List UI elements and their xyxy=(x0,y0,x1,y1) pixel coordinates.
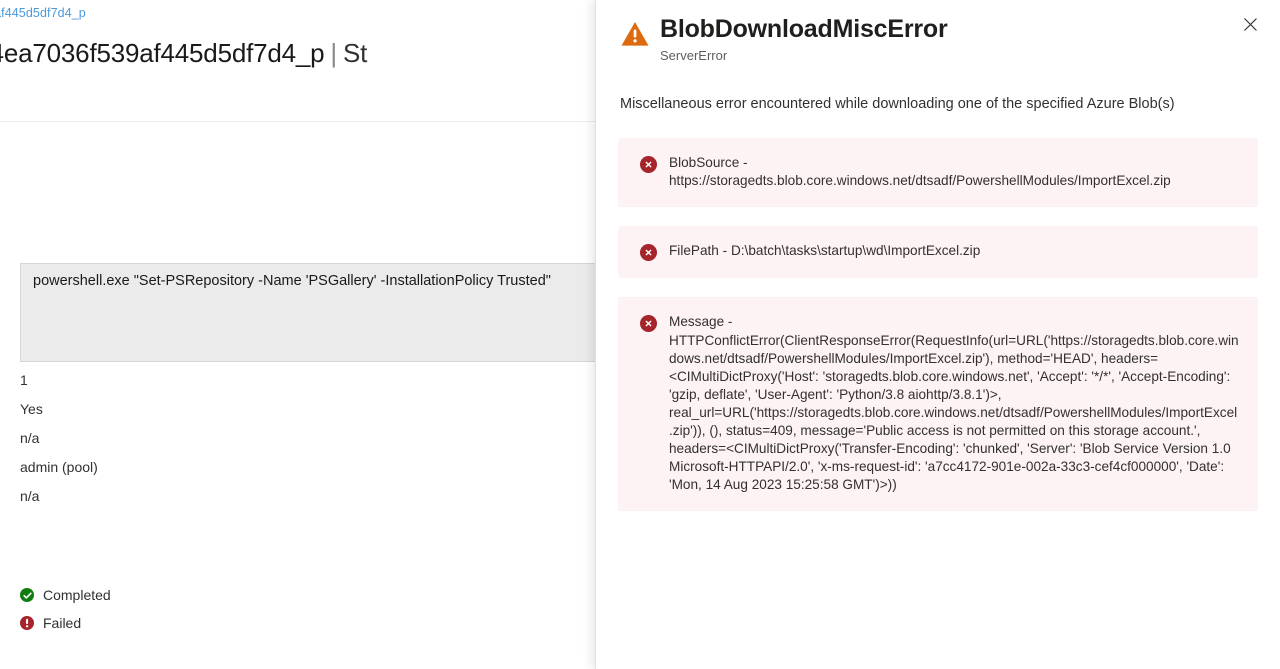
panel-subtitle: ServerError xyxy=(660,48,728,63)
title-divider xyxy=(0,121,596,122)
property-value: admin (pool) xyxy=(20,459,98,475)
command-line-value: powershell.exe "Set-PSRepository -Name '… xyxy=(33,273,551,289)
page-title-main: b34e0b0dfdb4ea7036f539af445d5df7d4_p xyxy=(0,38,325,68)
command-line-box[interactable]: powershell.exe "Set-PSRepository -Name '… xyxy=(20,263,596,362)
panel-title: BlobDownloadMiscError xyxy=(660,15,948,43)
app-root: 4e0b0dfdb4ea7036f539af445d5df7d4_p b34e0… xyxy=(0,0,1280,669)
error-circle-icon xyxy=(640,315,657,333)
error-text: BlobSource - https://storagedts.blob.cor… xyxy=(669,155,1171,189)
page-title-separator: | xyxy=(330,38,337,68)
error-block-filepath: FilePath - D:\batch\tasks\startup\wd\Imp… xyxy=(618,226,1258,279)
property-value: Yes xyxy=(20,401,43,417)
breadcrumb[interactable]: 4e0b0dfdb4ea7036f539af445d5df7d4_p xyxy=(0,6,86,20)
error-text: Message - HTTPConflictError(ClientRespon… xyxy=(669,314,1239,493)
close-icon xyxy=(1243,17,1258,35)
status-list: Completed Failed xyxy=(20,581,111,637)
error-text: FilePath - D:\batch\tasks\startup\wd\Imp… xyxy=(669,243,981,259)
property-values-list: 1 Yes n/a admin (pool) n/a xyxy=(20,369,98,514)
close-button[interactable] xyxy=(1234,10,1266,42)
status-label: Failed xyxy=(43,615,82,631)
status-label: Completed xyxy=(43,587,111,603)
panel-header: BlobDownloadMiscError ServerError xyxy=(596,0,1280,72)
warning-triangle-icon xyxy=(620,19,650,49)
check-circle-icon xyxy=(20,588,34,602)
page-title: b34e0b0dfdb4ea7036f539af445d5df7d4_p|St xyxy=(0,38,367,69)
error-details-panel: BlobDownloadMiscError ServerError Miscel… xyxy=(595,0,1280,669)
status-row-failed: Failed xyxy=(20,609,111,637)
property-value: 1 xyxy=(20,372,28,388)
error-blocks-list: BlobSource - https://storagedts.blob.cor… xyxy=(596,114,1280,512)
panel-description: Miscellaneous error encountered while do… xyxy=(620,96,1175,112)
background-blade: 4e0b0dfdb4ea7036f539af445d5df7d4_p b34e0… xyxy=(0,0,596,669)
status-row-completed: Completed xyxy=(20,581,111,609)
page-title-suffix: St xyxy=(342,38,368,68)
error-circle-icon xyxy=(640,156,657,173)
error-circle-icon xyxy=(20,616,34,630)
error-circle-icon xyxy=(640,244,657,262)
error-block-blobsource: BlobSource - https://storagedts.blob.cor… xyxy=(618,138,1258,208)
error-block-message: Message - HTTPConflictError(ClientRespon… xyxy=(618,297,1258,512)
property-value: n/a xyxy=(20,488,40,504)
property-value: n/a xyxy=(20,430,40,446)
